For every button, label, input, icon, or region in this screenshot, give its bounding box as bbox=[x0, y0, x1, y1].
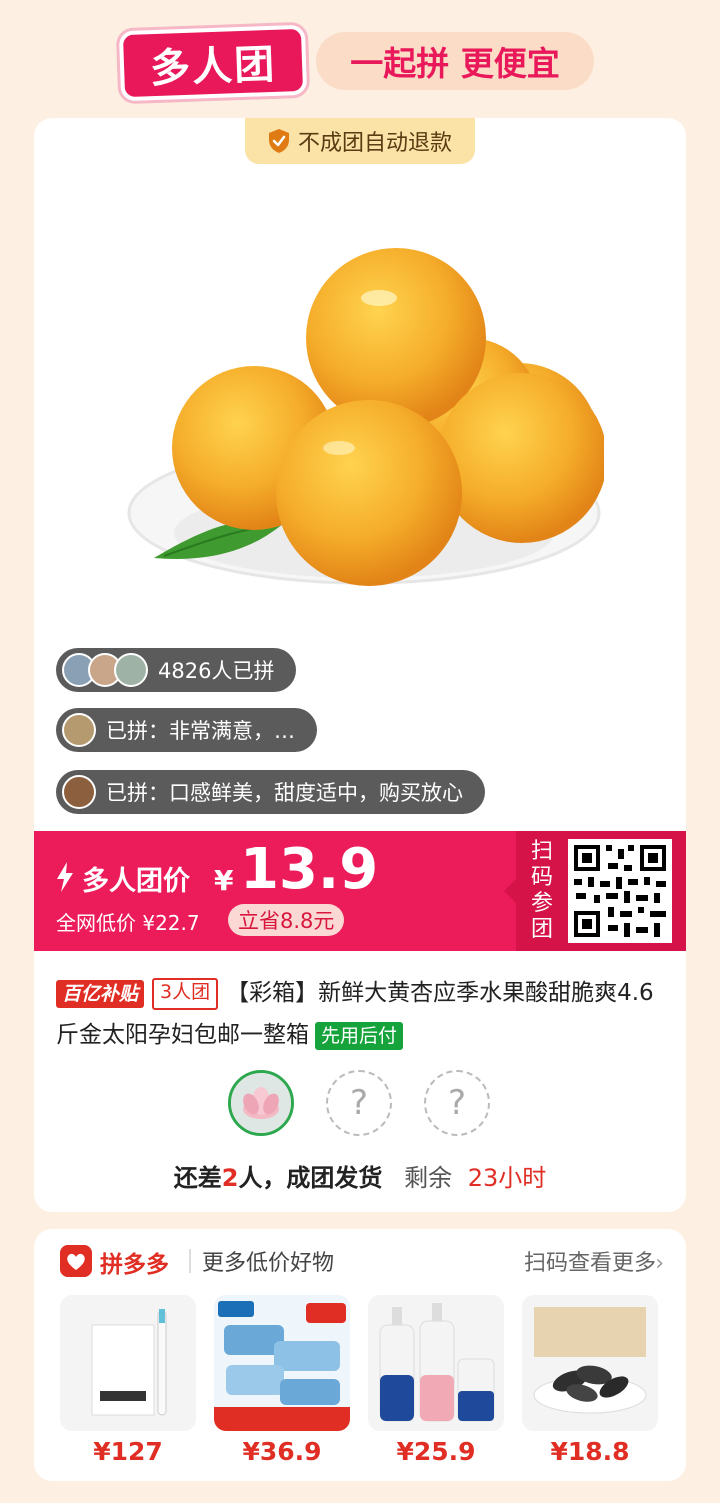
empty-member-slot[interactable]: ? bbox=[424, 1070, 490, 1136]
more-products-card: 拼多多 更多低价好物 扫码查看更多 › ¥127 ¥36.9 ¥25.9 ¥18… bbox=[34, 1229, 686, 1481]
qr-code-icon[interactable] bbox=[568, 839, 672, 943]
chevron-right-icon: › bbox=[655, 1251, 664, 1276]
pay-later-tag: 先用后付 bbox=[315, 1021, 404, 1050]
brand-name: 拼多多 bbox=[100, 1252, 169, 1278]
refund-badge-text: 不成团自动退款 bbox=[297, 131, 452, 156]
apricot-product-image bbox=[127, 248, 604, 586]
toothbrush-image[interactable] bbox=[60, 1295, 196, 1431]
item-price: ¥127 bbox=[93, 1437, 163, 1466]
item-price: ¥18.8 bbox=[550, 1437, 630, 1466]
lightning-icon bbox=[57, 862, 73, 892]
pinduoduo-logo-icon bbox=[60, 1245, 92, 1277]
avatar bbox=[114, 653, 148, 687]
status-suffix: 人，成团发货 bbox=[238, 1164, 383, 1192]
item-price: ¥36.9 bbox=[242, 1437, 322, 1466]
shield-check-icon bbox=[268, 129, 289, 153]
group-logo: 多人团 bbox=[118, 24, 308, 102]
member-avatar bbox=[228, 1070, 294, 1136]
qr-label: 扫码参团 bbox=[530, 839, 553, 942]
more-subtitle: 更多低价好物 bbox=[202, 1251, 335, 1276]
shampoo-image[interactable] bbox=[368, 1295, 504, 1431]
status-prefix: 还差 bbox=[173, 1164, 222, 1192]
product-card: 不成团自动退款 4826人已拼 已拼：非常满意，… 已拼：口感鲜美，甜度适中，购… bbox=[34, 118, 686, 1212]
melon-seeds-image[interactable] bbox=[522, 1295, 658, 1431]
review-text: 已拼：非常满意，… bbox=[106, 719, 295, 743]
currency-symbol: ¥ bbox=[214, 864, 234, 897]
remaining-label: 剩余 bbox=[404, 1164, 453, 1192]
avatar bbox=[62, 713, 96, 747]
compare-price: 全网低价 ¥22.7 bbox=[56, 911, 200, 935]
item-price: ¥25.9 bbox=[396, 1437, 476, 1466]
slogan-banner: 一起拼 更便宜 bbox=[316, 32, 594, 90]
subsidy-tag: 百亿补贴 bbox=[56, 979, 145, 1008]
refund-badge: 不成团自动退款 bbox=[245, 118, 475, 164]
group-members: ? ? bbox=[34, 1070, 686, 1140]
lotus-avatar-image bbox=[231, 1073, 291, 1133]
joined-count-pill: 4826人已拼 bbox=[56, 648, 297, 692]
price-bar: 多人团价 ¥ 13.9 全网低价 ¥22.7 立省8.8元 扫码参团 bbox=[34, 831, 686, 951]
status-count: 2 bbox=[221, 1164, 239, 1192]
product-title-block: 百亿补贴 3人团 【彩箱】新鲜大黄杏应季水果酸甜脆爽4.6斤金太阳孕妇包邮一整箱 先用… bbox=[56, 972, 666, 1056]
divider bbox=[189, 1249, 191, 1273]
review-pill: 已拼：非常满意，… bbox=[56, 708, 317, 752]
scan-more-link[interactable]: 扫码查看更多 bbox=[524, 1245, 656, 1277]
qr-join-section[interactable]: 扫码参团 bbox=[504, 831, 686, 951]
group-price: 13.9 bbox=[240, 837, 379, 902]
remaining-time: 23小时 bbox=[467, 1164, 547, 1192]
price-info: 多人团价 ¥ 13.9 全网低价 ¥22.7 立省8.8元 bbox=[56, 831, 516, 951]
save-badge: 立省8.8元 bbox=[228, 904, 345, 936]
group-status: 还差2人，成团发货 剩余 23小时 bbox=[34, 1158, 686, 1193]
avatar bbox=[62, 775, 96, 809]
price-label: 多人团价 bbox=[82, 866, 190, 897]
qr-arrow bbox=[504, 879, 516, 903]
review-text: 已拼：口感鲜美，甜度适中，购买放心 bbox=[106, 781, 463, 805]
review-pill: 已拼：口感鲜美，甜度适中，购买放心 bbox=[56, 770, 485, 814]
group-size-tag: 3人团 bbox=[152, 977, 219, 1010]
joined-count-text: 4826人已拼 bbox=[158, 659, 275, 683]
header: 多人团 一起拼 更便宜 bbox=[0, 0, 720, 118]
empty-member-slot[interactable]: ? bbox=[326, 1070, 392, 1136]
wet-wipes-image[interactable] bbox=[214, 1295, 350, 1431]
